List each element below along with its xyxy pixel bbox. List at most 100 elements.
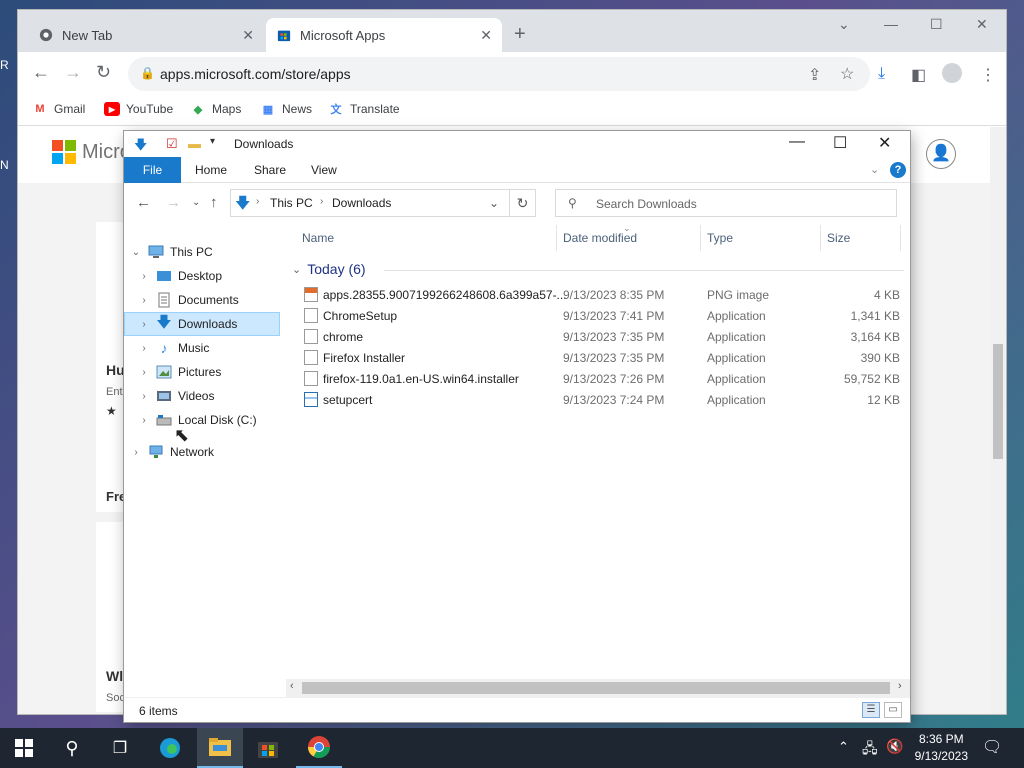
chevron-right-icon[interactable]: › xyxy=(138,295,150,306)
scroll-right-icon[interactable]: › xyxy=(898,680,902,692)
forward-arrow-icon[interactable]: → xyxy=(166,194,181,211)
chevron-right-icon[interactable]: › xyxy=(320,196,323,207)
properties-icon[interactable]: ☑ xyxy=(166,136,178,152)
scroll-left-icon[interactable]: ‹ xyxy=(290,680,294,692)
account-icon[interactable]: 👤 xyxy=(926,139,956,169)
scrollbar-thumb[interactable] xyxy=(993,344,1003,459)
column-size[interactable]: Size xyxy=(827,231,850,245)
nav-desktop[interactable]: › Desktop xyxy=(138,264,280,288)
edge-icon[interactable] xyxy=(158,736,182,760)
help-icon[interactable]: ? xyxy=(890,162,906,178)
nav-videos[interactable]: › Videos xyxy=(138,384,280,408)
chevron-down-icon[interactable]: ⌄ xyxy=(489,196,499,210)
up-arrow-icon[interactable]: ↑ xyxy=(210,194,218,211)
show-hidden-icons[interactable]: ⌃ xyxy=(838,739,849,755)
horizontal-scrollbar[interactable]: ‹ › xyxy=(286,679,910,697)
chevron-down-icon[interactable]: ⌄ xyxy=(130,247,142,258)
download-icon[interactable]: ⤓ xyxy=(878,65,885,83)
chevron-right-icon[interactable]: › xyxy=(138,343,150,354)
maximize-button[interactable]: ☐ xyxy=(930,16,943,33)
back-button[interactable]: ← xyxy=(32,62,50,83)
search-icon[interactable]: ⚲ xyxy=(60,736,84,760)
chevron-right-icon[interactable]: › xyxy=(138,415,150,426)
large-icons-view-icon[interactable]: ▭ xyxy=(884,702,902,718)
minimize-button[interactable]: — xyxy=(884,16,898,32)
tab-search-icon[interactable]: ⌄ xyxy=(838,16,850,33)
address-bar[interactable]: 🔒 apps.microsoft.com/store/apps ⇪ ☆ xyxy=(128,57,870,91)
chevron-right-icon[interactable]: › xyxy=(138,367,150,378)
tab-view[interactable]: View xyxy=(298,157,350,183)
forward-button[interactable]: → xyxy=(64,62,82,83)
recent-locations-icon[interactable]: ⌄ xyxy=(192,197,200,208)
address-breadcrumb[interactable]: 🡇 › This PC › Downloads ⌄ ↻ xyxy=(230,189,536,217)
nav-this-pc[interactable]: ⌄ This PC xyxy=(130,240,280,264)
file-explorer-taskbar-button[interactable] xyxy=(197,728,243,768)
new-folder-icon[interactable]: ▬ xyxy=(188,136,201,151)
task-view-icon[interactable]: ❐ xyxy=(108,736,132,760)
column-separator[interactable] xyxy=(900,225,901,251)
details-view-icon[interactable]: ☰ xyxy=(862,702,880,718)
column-separator[interactable] xyxy=(700,225,701,251)
reload-button[interactable]: ↻ xyxy=(96,62,111,83)
bookmark-maps[interactable]: ◆ Maps xyxy=(190,102,242,116)
chevron-right-icon[interactable]: › xyxy=(138,319,150,330)
tab-home[interactable]: Home xyxy=(182,157,240,183)
scrollbar-thumb[interactable] xyxy=(302,682,890,694)
bookmark-translate[interactable]: 文 Translate xyxy=(328,102,400,116)
nav-network[interactable]: › Network xyxy=(130,440,280,464)
close-tab-icon[interactable]: ✕ xyxy=(480,27,492,44)
column-separator[interactable] xyxy=(820,225,821,251)
customize-toolbar-icon[interactable]: ▾ xyxy=(210,136,215,147)
back-arrow-icon[interactable]: ← xyxy=(136,194,151,211)
chevron-down-icon[interactable]: ⌄ xyxy=(292,263,301,276)
chevron-right-icon[interactable]: › xyxy=(130,447,142,458)
chevron-right-icon[interactable]: › xyxy=(256,196,259,207)
chrome-taskbar-button[interactable] xyxy=(296,728,342,768)
share-icon[interactable]: ⇪ xyxy=(808,65,821,85)
chevron-right-icon[interactable]: › xyxy=(138,391,150,402)
column-separator[interactable] xyxy=(556,225,557,251)
bookmark-youtube[interactable]: ▶ YouTube xyxy=(104,102,173,116)
breadcrumb-downloads[interactable]: Downloads xyxy=(332,196,391,210)
file-row[interactable]: firefox-119.0a1.en-US.win64.installer 9/… xyxy=(300,368,900,389)
network-tray-icon[interactable]: 🖧 xyxy=(862,738,878,762)
tab-file[interactable]: File xyxy=(124,157,181,183)
notifications-icon[interactable]: 🗨 xyxy=(982,737,1002,757)
side-panel-icon[interactable]: ◧ xyxy=(911,65,926,85)
file-row[interactable]: apps.28355.9007199266248608.6a399a57-...… xyxy=(300,284,900,305)
nav-documents[interactable]: › Documents xyxy=(138,288,280,312)
file-row[interactable]: Firefox Installer 9/13/2023 7:35 PM Appl… xyxy=(300,347,900,368)
minimize-button[interactable]: — xyxy=(789,133,805,151)
page-scrollbar[interactable] xyxy=(990,127,1006,714)
file-row[interactable]: chrome 9/13/2023 7:35 PM Application 3,1… xyxy=(300,326,900,347)
start-windows-icon[interactable] xyxy=(12,736,36,760)
tab-share[interactable]: Share xyxy=(241,157,299,183)
profile-avatar[interactable] xyxy=(942,63,962,83)
close-window-button[interactable]: ✕ xyxy=(878,133,891,153)
bookmark-news[interactable]: ▦ News xyxy=(260,102,312,116)
menu-icon[interactable]: ⋮ xyxy=(980,65,996,85)
clock[interactable]: 8:36 PM 9/13/2023 xyxy=(915,731,968,765)
group-header-today[interactable]: ⌄ Today (6) xyxy=(292,261,366,277)
tab-microsoft-apps[interactable]: Microsoft Apps ✕ xyxy=(266,18,502,52)
file-row[interactable]: ChromeSetup 9/13/2023 7:41 PM Applicatio… xyxy=(300,305,900,326)
refresh-button[interactable]: ↻ xyxy=(509,190,535,216)
bookmark-star-icon[interactable]: ☆ xyxy=(840,64,854,84)
microsoft-store-icon[interactable] xyxy=(256,736,280,760)
volume-muted-icon[interactable]: 🔇 xyxy=(886,738,903,755)
chevron-right-icon[interactable]: › xyxy=(138,271,150,282)
breadcrumb-this-pc[interactable]: This PC xyxy=(270,196,313,210)
nav-music[interactable]: › ♪ Music xyxy=(138,336,280,360)
nav-downloads[interactable]: › 🡇 Downloads xyxy=(124,312,280,336)
search-input[interactable]: ⚲ Search Downloads xyxy=(555,189,897,217)
column-type[interactable]: Type xyxy=(707,231,733,245)
close-tab-icon[interactable]: ✕ xyxy=(242,27,254,44)
nav-local-disk[interactable]: › Local Disk (C:) xyxy=(138,408,280,432)
bookmark-gmail[interactable]: M Gmail xyxy=(32,102,85,116)
nav-pictures[interactable]: › Pictures xyxy=(138,360,280,384)
maximize-button[interactable]: ☐ xyxy=(833,133,847,153)
expand-ribbon-icon[interactable]: ⌄ xyxy=(870,163,879,176)
close-window-button[interactable]: ✕ xyxy=(976,16,988,33)
column-name[interactable]: Name xyxy=(302,231,334,245)
file-row[interactable]: setupcert 9/13/2023 7:24 PM Application … xyxy=(300,389,900,410)
